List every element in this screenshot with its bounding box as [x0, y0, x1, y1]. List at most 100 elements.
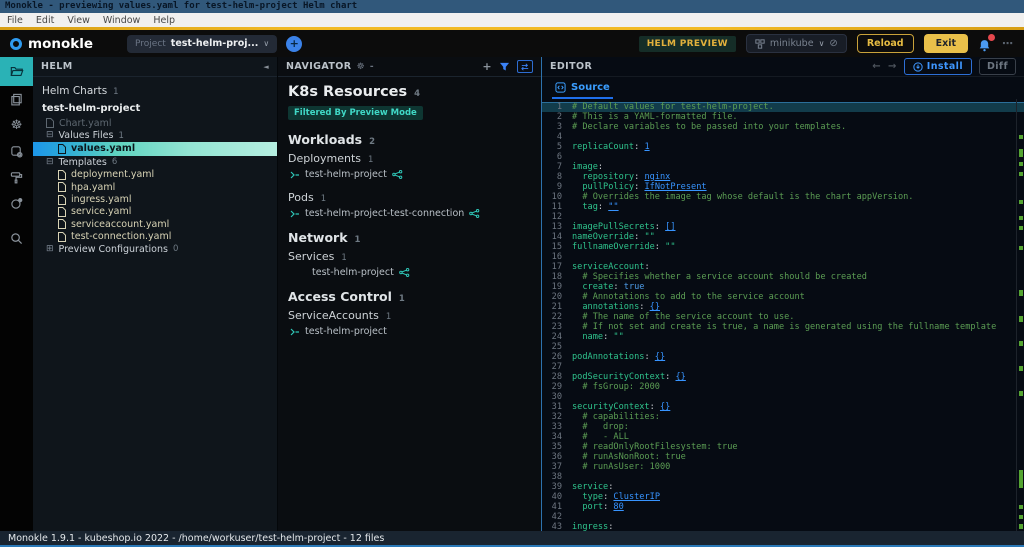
code-line-23[interactable]: 23 # If not set and create is true, a na…	[542, 322, 1024, 332]
code-line-37[interactable]: 37 # runAsUser: 1000	[542, 462, 1024, 472]
resource-test-helm-project[interactable]: test-helm-project	[288, 326, 531, 337]
code-line-7[interactable]: 7image:	[542, 162, 1024, 172]
menu-help[interactable]: Help	[153, 15, 175, 26]
tree-item-test-connection.yaml[interactable]: test-connection.yaml	[33, 231, 277, 243]
menu-window[interactable]: Window	[103, 15, 140, 26]
project-selector[interactable]: Project test-helm-proj... ∨	[127, 35, 277, 53]
kind-title[interactable]: Deployments1	[288, 152, 531, 165]
code-line-39[interactable]: 39service:	[542, 482, 1024, 492]
code-line-3[interactable]: 3# Declare variables to be passed into y…	[542, 122, 1024, 132]
incoming-links-icon[interactable]	[290, 328, 300, 336]
install-button[interactable]: Install	[904, 58, 972, 75]
filter-icon[interactable]	[499, 62, 510, 72]
code-editor[interactable]: 1# Default values for test-helm-project.…	[542, 99, 1024, 531]
cluster-selector[interactable]: minikube ∨ ⊘	[746, 34, 847, 53]
tree-item-hpa.yaml[interactable]: hpa.yaml	[33, 181, 277, 193]
code-line-9[interactable]: 9 pullPolicy: IfNotPresent	[542, 182, 1024, 192]
code-line-17[interactable]: 17serviceAccount:	[542, 262, 1024, 272]
code-line-15[interactable]: 15fullnameOverride: ""	[542, 242, 1024, 252]
tree-item-serviceaccount.yaml[interactable]: serviceaccount.yaml	[33, 218, 277, 230]
disconnect-icon[interactable]: ⊘	[829, 38, 837, 49]
collapse-sections-icon[interactable]: -	[370, 62, 374, 72]
resource-test-helm-project-test-connection[interactable]: test-helm-project-test-connection	[288, 208, 531, 219]
kind-title[interactable]: Services1	[288, 250, 531, 263]
code-line-34[interactable]: 34 # - ALL	[542, 432, 1024, 442]
notifications-button[interactable]	[978, 37, 992, 51]
images-icon[interactable]	[0, 138, 33, 164]
outgoing-links-icon[interactable]	[399, 268, 410, 277]
code-line-33[interactable]: 33 # drop:	[542, 422, 1024, 432]
reload-button[interactable]: Reload	[857, 34, 914, 53]
collapse-box-icon[interactable]: ⊟	[46, 131, 54, 140]
tree-item-values.yaml[interactable]: values.yaml	[33, 142, 277, 156]
menu-file[interactable]: File	[7, 15, 23, 26]
tree-item-service.yaml[interactable]: service.yaml	[33, 206, 277, 218]
tree-group-values-files[interactable]: ⊟Values Files1	[33, 129, 277, 142]
search-icon[interactable]	[0, 225, 33, 251]
code-line-4[interactable]: 4	[542, 132, 1024, 142]
code-line-8[interactable]: 8 repository: nginx	[542, 172, 1024, 182]
incoming-links-icon[interactable]	[290, 210, 300, 218]
chart-name-test-helm-project[interactable]: test-helm-project	[33, 101, 277, 117]
resource-test-helm-project[interactable]: test-helm-project	[288, 267, 531, 278]
code-line-14[interactable]: 14nameOverride: ""	[542, 232, 1024, 242]
code-line-41[interactable]: 41 port: 80	[542, 502, 1024, 512]
code-line-20[interactable]: 20 # Annotations to add to the service a…	[542, 292, 1024, 302]
window-titlebar[interactable]: Monokle - previewing values.yaml for tes…	[0, 0, 1024, 13]
code-line-25[interactable]: 25	[542, 342, 1024, 352]
code-line-16[interactable]: 16	[542, 252, 1024, 262]
forward-arrow-icon[interactable]: →	[888, 61, 897, 72]
toggle-layout-icon[interactable]	[517, 60, 533, 73]
code-line-26[interactable]: 26podAnnotations: {}	[542, 352, 1024, 362]
kustomize-icon[interactable]	[0, 86, 33, 112]
code-line-1[interactable]: 1# Default values for test-helm-project.	[542, 102, 1024, 112]
kind-title[interactable]: Pods1	[288, 191, 531, 204]
menu-edit[interactable]: Edit	[36, 15, 54, 26]
code-line-42[interactable]: 42	[542, 512, 1024, 522]
outgoing-links-icon[interactable]	[469, 209, 480, 218]
collapse-panel-icon[interactable]: ◄	[263, 63, 269, 71]
code-line-38[interactable]: 38	[542, 472, 1024, 482]
code-line-11[interactable]: 11 tag: ""	[542, 202, 1024, 212]
code-line-13[interactable]: 13imagePullSecrets: []	[542, 222, 1024, 232]
code-line-10[interactable]: 10 # Overrides the image tag whose defau…	[542, 192, 1024, 202]
tree-item-Chart.yaml[interactable]: Chart.yaml	[33, 117, 277, 129]
new-project-button[interactable]: +	[286, 36, 302, 52]
code-line-12[interactable]: 12	[542, 212, 1024, 222]
add-resource-icon[interactable]: +	[482, 60, 492, 73]
outgoing-links-icon[interactable]	[392, 170, 403, 179]
code-line-36[interactable]: 36 # runAsNonRoot: true	[542, 452, 1024, 462]
code-line-21[interactable]: 21 annotations: {}	[542, 302, 1024, 312]
code-line-27[interactable]: 27	[542, 362, 1024, 372]
overview-ruler[interactable]	[1016, 99, 1024, 531]
code-line-28[interactable]: 28podSecurityContext: {}	[542, 372, 1024, 382]
file-explorer-icon[interactable]	[0, 57, 33, 86]
tree-group-templates[interactable]: ⊟Templates6	[33, 156, 277, 169]
tree-item-deployment.yaml[interactable]: deployment.yaml	[33, 169, 277, 181]
resource-test-helm-project[interactable]: test-helm-project	[288, 169, 531, 180]
code-line-43[interactable]: 43ingress:	[542, 522, 1024, 531]
code-line-18[interactable]: 18 # Specifies whether a service account…	[542, 272, 1024, 282]
diff-button[interactable]: Diff	[979, 58, 1016, 75]
helm-icon[interactable]: ☸	[0, 112, 33, 138]
more-options-icon[interactable]: ⋯	[1002, 37, 1014, 50]
code-line-24[interactable]: 24 name: ""	[542, 332, 1024, 342]
code-line-31[interactable]: 31securityContext: {}	[542, 402, 1024, 412]
expand-box-icon[interactable]: ⊞	[46, 245, 54, 254]
exit-preview-button[interactable]: Exit	[924, 34, 968, 53]
tree-group-preview-configurations[interactable]: ⊞Preview Configurations0	[33, 243, 277, 256]
incoming-links-icon[interactable]	[290, 171, 300, 179]
validation-icon[interactable]	[0, 164, 33, 190]
tab-source[interactable]: Source	[552, 82, 613, 99]
code-line-35[interactable]: 35 # readOnlyRootFilesystem: true	[542, 442, 1024, 452]
code-line-40[interactable]: 40 type: ClusterIP	[542, 492, 1024, 502]
code-line-29[interactable]: 29 # fsGroup: 2000	[542, 382, 1024, 392]
tree-item-ingress.yaml[interactable]: ingress.yaml	[33, 193, 277, 205]
code-line-2[interactable]: 2# This is a YAML-formatted file.	[542, 112, 1024, 122]
code-line-22[interactable]: 22 # The name of the service account to …	[542, 312, 1024, 322]
collapse-box-icon[interactable]: ⊟	[46, 158, 54, 167]
plugins-icon[interactable]	[0, 190, 33, 216]
code-line-19[interactable]: 19 create: true	[542, 282, 1024, 292]
back-arrow-icon[interactable]: ←	[872, 61, 881, 72]
code-line-6[interactable]: 6	[542, 152, 1024, 162]
